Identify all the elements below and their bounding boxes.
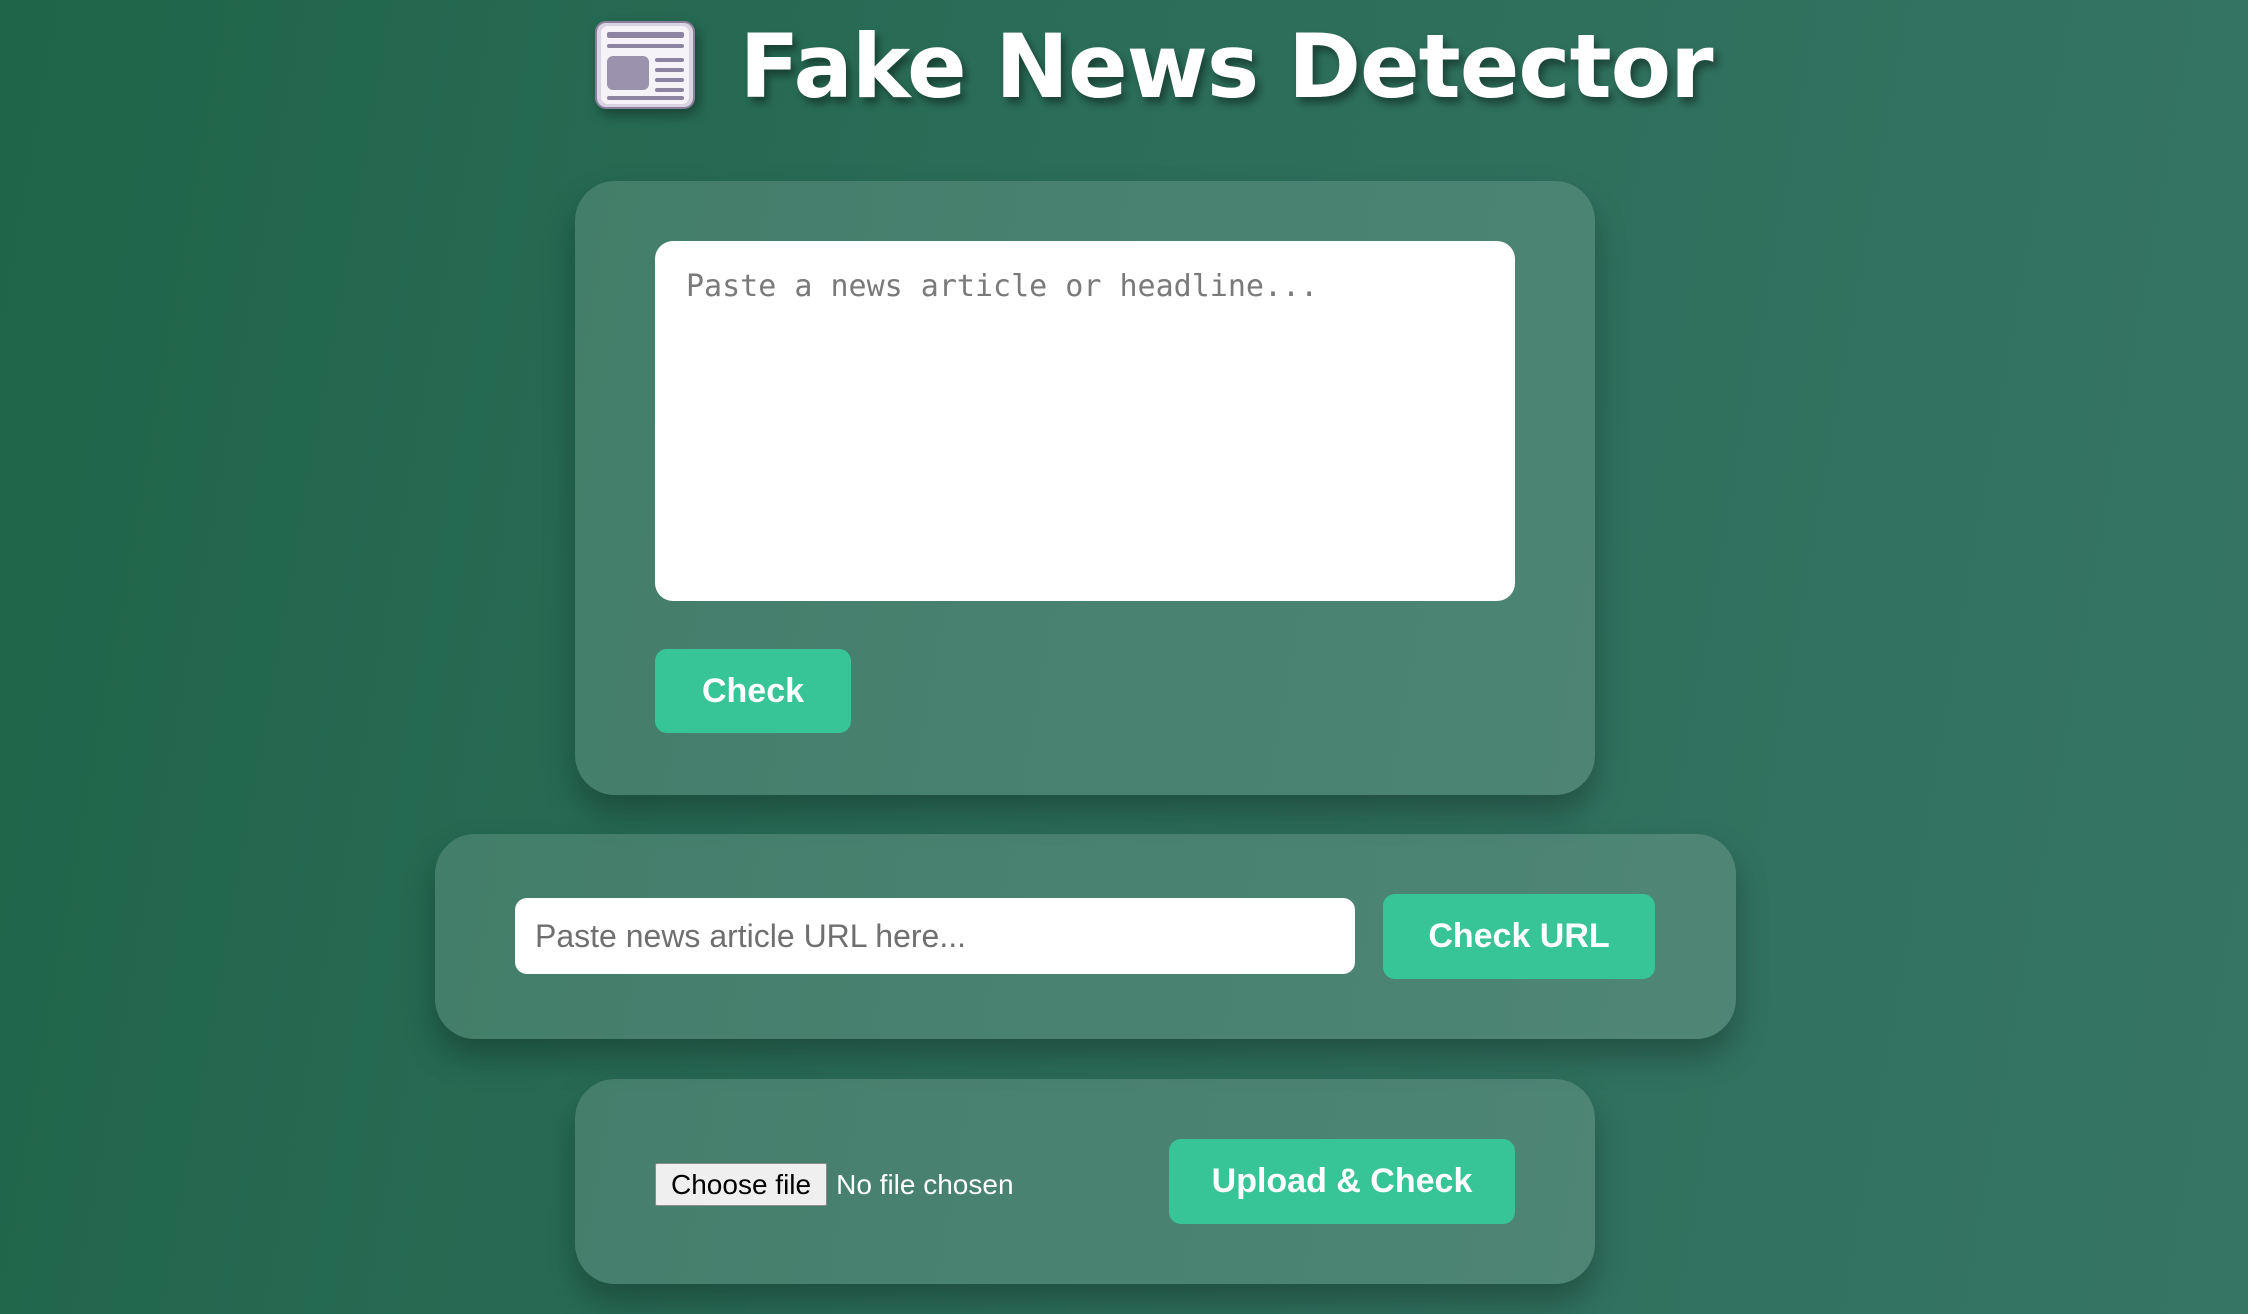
- url-input[interactable]: [515, 898, 1355, 974]
- url-check-card: Check URL: [435, 834, 1736, 1039]
- file-picker: Choose file No file chosen: [655, 1163, 1014, 1206]
- file-check-card: Choose file No file chosen Upload & Chec…: [575, 1079, 1595, 1284]
- upload-and-check-button[interactable]: Upload & Check: [1169, 1139, 1515, 1224]
- check-button[interactable]: Check: [655, 649, 851, 733]
- choose-file-button[interactable]: Choose file: [655, 1163, 828, 1206]
- text-check-card: Check: [575, 181, 1595, 795]
- article-textarea[interactable]: [655, 241, 1515, 601]
- header-inner: Fake News Detector: [593, 14, 1714, 118]
- page-header: Fake News Detector: [0, 12, 2248, 120]
- file-status-text: No file chosen: [836, 1168, 1014, 1200]
- check-url-button[interactable]: Check URL: [1383, 894, 1655, 979]
- newspaper-icon: [595, 21, 696, 109]
- page-title: Fake News Detector: [739, 14, 1713, 118]
